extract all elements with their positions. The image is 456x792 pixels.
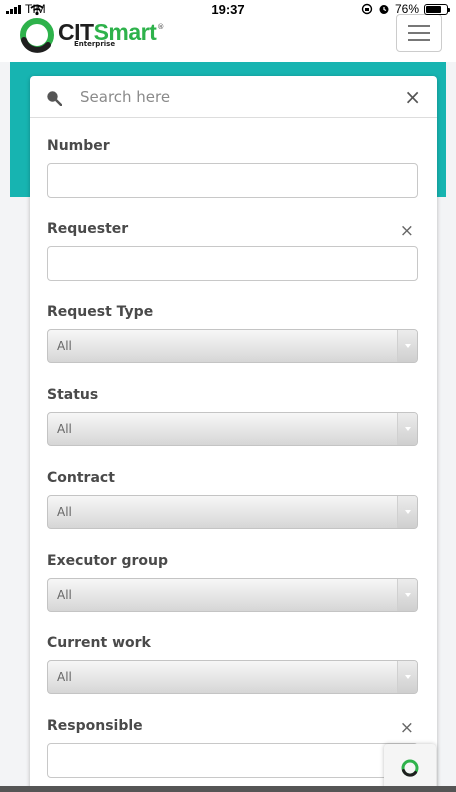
chevron-down-icon	[397, 661, 417, 693]
logo-registered: ®	[157, 22, 165, 31]
contract-value: All	[57, 505, 72, 519]
requester-label: Requester	[47, 221, 129, 237]
filter-panel: × Number Requester × Request Type All St…	[30, 76, 437, 792]
citsmart-ring-icon	[401, 759, 419, 777]
status-label: Status	[47, 387, 99, 403]
requester-input[interactable]	[47, 246, 418, 281]
chevron-down-icon	[397, 330, 417, 362]
menu-line	[408, 25, 430, 27]
field-executor-group: Executor group All	[47, 553, 418, 612]
executor-group-label: Executor group	[47, 553, 168, 569]
battery-level	[426, 5, 442, 13]
number-input[interactable]	[47, 163, 418, 198]
citsmart-logo[interactable]: CITSmart ® Enterprise	[18, 16, 164, 54]
field-requester: Requester ×	[47, 221, 418, 281]
executor-group-select[interactable]: All	[47, 578, 418, 612]
status-select[interactable]: All	[47, 412, 418, 446]
menu-line	[408, 39, 430, 41]
assistant-chat-button[interactable]	[384, 744, 436, 792]
alarm-icon	[379, 5, 389, 14]
clear-responsible-icon[interactable]: ×	[400, 720, 414, 737]
menu-line	[408, 32, 430, 34]
bottom-bar	[0, 786, 456, 792]
chevron-down-icon	[397, 579, 417, 611]
clear-search-icon[interactable]: ×	[404, 87, 421, 107]
field-number: Number	[47, 138, 418, 198]
field-responsible: Responsible ×	[47, 718, 418, 778]
search-icon	[47, 91, 62, 106]
battery-icon	[424, 3, 450, 15]
battery-percent: 76%	[394, 2, 419, 16]
number-label: Number	[47, 138, 110, 154]
executor-group-value: All	[57, 588, 72, 602]
request-type-value: All	[57, 339, 72, 353]
status-value: All	[57, 422, 72, 436]
search-bar: ×	[30, 76, 437, 118]
current-work-value: All	[57, 670, 72, 684]
search-input[interactable]	[80, 84, 370, 110]
contract-select[interactable]: All	[47, 495, 418, 529]
field-request-type: Request Type All	[47, 304, 418, 363]
responsible-input[interactable]	[47, 743, 418, 778]
field-status: Status All	[47, 387, 418, 446]
responsible-label: Responsible	[47, 718, 143, 734]
current-work-select[interactable]: All	[47, 660, 418, 694]
current-work-label: Current work	[47, 635, 151, 651]
logo-subtitle: Enterprise	[74, 40, 116, 48]
chevron-down-icon	[397, 496, 417, 528]
request-type-select[interactable]: All	[47, 329, 418, 363]
field-current-work: Current work All	[47, 635, 418, 694]
field-contract: Contract All	[47, 470, 418, 529]
status-bar: TIM 19:37 76%	[0, 0, 456, 20]
request-type-label: Request Type	[47, 304, 154, 320]
chevron-down-icon	[397, 413, 417, 445]
clear-requester-icon[interactable]: ×	[400, 223, 414, 240]
logo-ring-icon	[20, 18, 54, 53]
contract-label: Contract	[47, 470, 115, 486]
rotation-lock-icon	[361, 3, 373, 15]
